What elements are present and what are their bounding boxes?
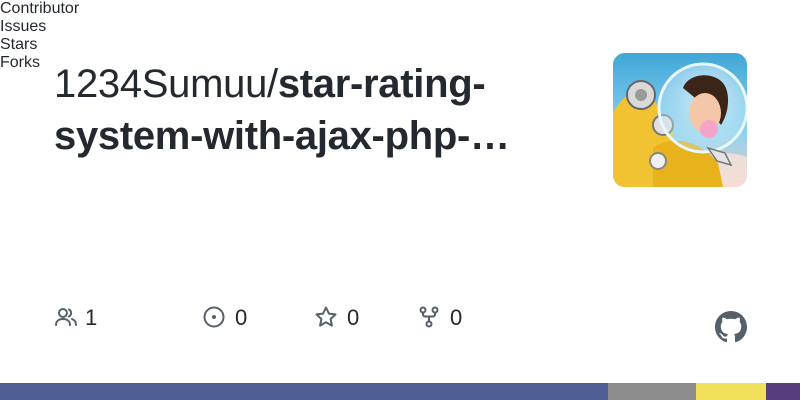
people-icon xyxy=(55,308,77,326)
language-bar-segment xyxy=(608,383,696,400)
language-bar-segment xyxy=(696,383,766,400)
language-bar xyxy=(0,383,800,400)
stars-count: 0 xyxy=(347,305,360,330)
stat-stars[interactable]: 0 Stars xyxy=(0,36,800,330)
issue-opened-icon xyxy=(203,306,225,328)
stat-forks[interactable]: 0 Forks xyxy=(0,54,800,330)
contributors-label: Contributor xyxy=(0,0,80,17)
forks-label: Forks xyxy=(0,54,40,71)
star-icon xyxy=(315,306,337,327)
github-mark-icon[interactable] xyxy=(715,311,747,343)
repo-forked-icon xyxy=(419,306,439,328)
stat-contributors[interactable]: 1 Contributor xyxy=(0,0,800,330)
issues-count: 0 xyxy=(235,305,248,330)
contributors-count: 1 xyxy=(85,305,98,330)
stars-label: Stars xyxy=(0,36,38,53)
language-bar-segment xyxy=(765,383,800,400)
language-bar-segment xyxy=(0,383,608,400)
stat-issues[interactable]: 0 Issues xyxy=(0,18,800,330)
forks-count: 0 xyxy=(450,305,463,330)
repo-stats: 1 Contributor 0 Issues 0 Stars 0 Forks xyxy=(0,0,800,380)
issues-label: Issues xyxy=(0,18,47,35)
